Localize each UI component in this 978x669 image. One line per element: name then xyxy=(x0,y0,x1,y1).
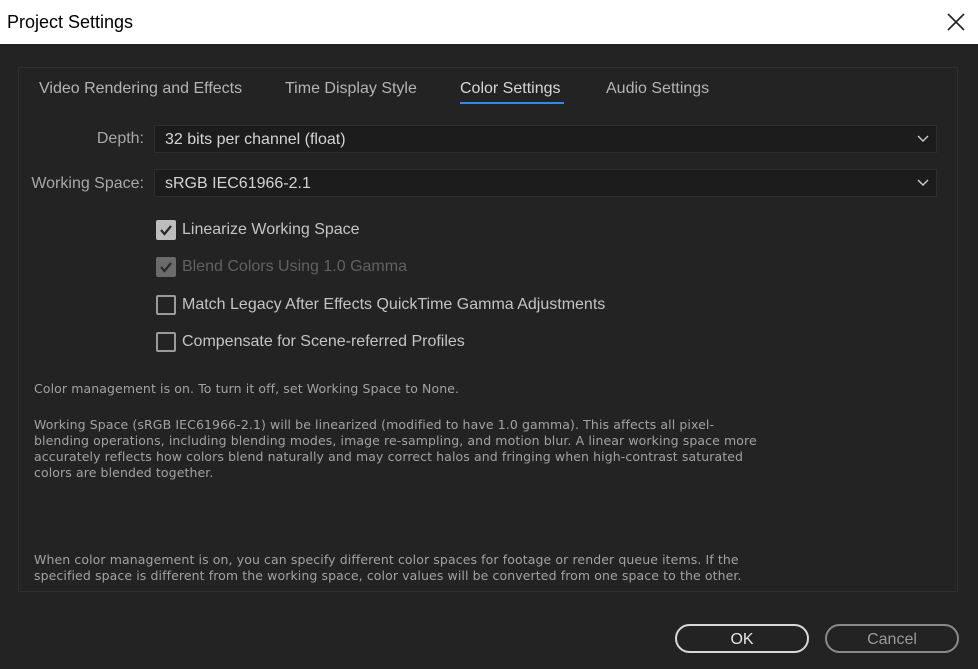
depth-dropdown[interactable]: 32 bits per channel (float) xyxy=(154,125,937,153)
depth-value: 32 bits per channel (float) xyxy=(165,131,346,148)
active-tab-indicator xyxy=(460,102,564,104)
working-space-value: sRGB IEC61966-2.1 xyxy=(165,175,311,192)
footage-description-line: specified space is different from the wo… xyxy=(34,568,742,583)
tab-color-settings[interactable]: Color Settings xyxy=(460,80,561,98)
chevron-down-icon xyxy=(917,179,929,186)
checkmark-icon xyxy=(160,225,172,236)
checkmark-icon xyxy=(160,262,172,273)
chevron-down-icon xyxy=(917,135,929,142)
compensate-scene-referred-checkbox[interactable] xyxy=(156,332,176,352)
linearize-working-space-checkbox[interactable] xyxy=(156,220,176,240)
match-legacy-checkbox[interactable] xyxy=(156,295,176,315)
footage-description-line: When color management is on, you can spe… xyxy=(34,552,739,567)
match-legacy-label: Match Legacy After Effects QuickTime Gam… xyxy=(182,296,606,313)
linearize-description-line: colors are blended together. xyxy=(34,465,214,480)
tab-audio-settings[interactable]: Audio Settings xyxy=(606,80,709,98)
linearize-working-space-label: Linearize Working Space xyxy=(182,221,360,238)
tab-time-display-style[interactable]: Time Display Style xyxy=(285,80,417,98)
compensate-scene-referred-label: Compensate for Scene-referred Profiles xyxy=(182,333,465,350)
close-button[interactable] xyxy=(944,10,968,34)
color-management-status-text: Color management is on. To turn it off, … xyxy=(34,381,460,396)
ok-button[interactable]: OK xyxy=(675,624,809,653)
linearize-description-line: blending operations, including blending … xyxy=(34,433,757,448)
window-title: Project Settings xyxy=(7,12,134,32)
working-space-dropdown[interactable]: sRGB IEC61966-2.1 xyxy=(154,169,937,197)
cancel-button[interactable]: Cancel xyxy=(825,624,959,653)
blend-colors-checkbox xyxy=(156,257,176,277)
tab-video-rendering-and-effects[interactable]: Video Rendering and Effects xyxy=(39,80,242,98)
title-bar: Project Settings xyxy=(0,0,978,44)
linearize-description-line: accurately reflects how colors blend nat… xyxy=(34,449,744,464)
depth-label: Depth: xyxy=(96,130,144,147)
linearize-description: Working Space (sRGB IEC61966-2.1) will b… xyxy=(34,417,757,481)
blend-colors-label: Blend Colors Using 1.0 Gamma xyxy=(182,258,407,275)
working-space-label: Working Space: xyxy=(31,175,144,192)
close-icon xyxy=(947,13,965,31)
linearize-description-line: Working Space (sRGB IEC61966-2.1) will b… xyxy=(34,417,715,432)
footage-color-space-description: When color management is on, you can spe… xyxy=(34,552,742,584)
